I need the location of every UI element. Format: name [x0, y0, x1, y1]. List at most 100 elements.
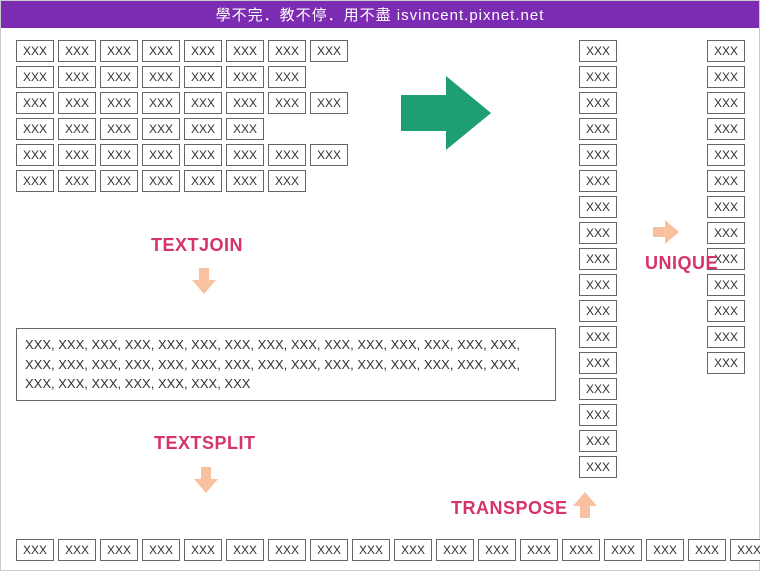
column-cell: XXX [579, 456, 617, 478]
grid-cell: XXX [100, 40, 138, 62]
grid-cell: XXX [184, 92, 222, 114]
grid-cell: XXX [268, 170, 306, 192]
grid-cell: XXX [226, 170, 264, 192]
textjoin-result: XXX, XXX, XXX, XXX, XXX, XXX, XXX, XXX, … [16, 328, 556, 401]
grid-cell: XXX [226, 40, 264, 62]
row-cell: XXX [310, 539, 348, 561]
row-cell: XXX [604, 539, 642, 561]
grid-cell: XXX [58, 66, 96, 88]
source-grid: XXXXXXXXXXXXXXXXXXXXXXXXXXXXXXXXXXXXXXXX… [16, 40, 376, 196]
grid-cell: XXX [142, 66, 180, 88]
grid-cell: XXX [226, 144, 264, 166]
row-cell: XXX [436, 539, 474, 561]
column-cell: XXX [579, 300, 617, 322]
textsplit-result-row: XXXXXXXXXXXXXXXXXXXXXXXXXXXXXXXXXXXXXXXX… [16, 539, 760, 561]
grid-cell: XXX [268, 92, 306, 114]
grid-cell: XXX [100, 118, 138, 140]
grid-cell: XXX [142, 40, 180, 62]
grid-cell: XXX [58, 144, 96, 166]
grid-cell: XXX [58, 170, 96, 192]
grid-cell: XXX [100, 66, 138, 88]
column-cell: XXX [707, 222, 745, 244]
grid-cell: XXX [100, 144, 138, 166]
row-cell: XXX [520, 539, 558, 561]
row-cell: XXX [730, 539, 760, 561]
column-cell: XXX [579, 378, 617, 400]
grid-cell: XXX [58, 92, 96, 114]
column-cell: XXX [707, 196, 745, 218]
grid-cell: XXX [142, 170, 180, 192]
arrow-down-icon [189, 266, 219, 301]
column-cell: XXX [579, 430, 617, 452]
row-cell: XXX [58, 539, 96, 561]
grid-cell: XXX [268, 40, 306, 62]
page-header: 學不完．教不停．用不盡 isvincent.pixnet.net [1, 1, 759, 28]
column-cell: XXX [579, 326, 617, 348]
grid-cell: XXX [16, 66, 54, 88]
grid-cell: XXX [226, 66, 264, 88]
row-cell: XXX [184, 539, 222, 561]
grid-cell: XXX [58, 118, 96, 140]
row-cell: XXX [100, 539, 138, 561]
grid-row: XXXXXXXXXXXXXXXXXXXXXXXX [16, 40, 376, 62]
unique-label: UNIQUE [645, 253, 718, 274]
arrow-right-icon [651, 217, 681, 252]
grid-row: XXXXXXXXXXXXXXXXXXXXXXXX [16, 92, 376, 114]
textjoin-label: TEXTJOIN [151, 235, 243, 256]
column-cell: XXX [707, 92, 745, 114]
column-cell: XXX [579, 170, 617, 192]
column-cell: XXX [579, 352, 617, 374]
row-cell: XXX [16, 539, 54, 561]
grid-cell: XXX [16, 144, 54, 166]
grid-cell: XXX [16, 118, 54, 140]
column-cell: XXX [579, 196, 617, 218]
diagram-canvas: XXXXXXXXXXXXXXXXXXXXXXXXXXXXXXXXXXXXXXXX… [1, 28, 759, 571]
grid-cell: XXX [268, 66, 306, 88]
column-cell: XXX [707, 66, 745, 88]
unique-column: XXXXXXXXXXXXXXXXXXXXXXXXXXXXXXXXXXXXXXX [707, 40, 745, 378]
row-cell: XXX [226, 539, 264, 561]
row-cell: XXX [478, 539, 516, 561]
transpose-column: XXX XXX XXX XXX XXX XXX XXX XXX XXX XXX XXX XXX XXX X… [579, 40, 617, 482]
column-cell: XXX [579, 40, 617, 62]
column-cell: XXX [579, 66, 617, 88]
grid-cell: XXX [142, 118, 180, 140]
row-cell: XXX [142, 539, 180, 561]
column-cell: XXX [579, 248, 617, 270]
grid-cell: XXX [100, 92, 138, 114]
grid-cell: XXX [310, 40, 348, 62]
row-cell: XXX [268, 539, 306, 561]
grid-cell: XXX [184, 144, 222, 166]
row-cell: XXX [688, 539, 726, 561]
grid-cell: XXX [184, 40, 222, 62]
column-cell: XXX [707, 118, 745, 140]
arrow-down-icon [191, 465, 221, 500]
grid-row: XXXXXXXXXXXXXXXXXXXXXXXX [16, 144, 376, 166]
column-cell: XXX [579, 92, 617, 114]
column-cell: XXX [707, 300, 745, 322]
column-cell: XXX [579, 222, 617, 244]
grid-cell: XXX [184, 170, 222, 192]
column-cell: XXX [707, 144, 745, 166]
row-cell: XXX [562, 539, 600, 561]
big-arrow-icon [396, 73, 496, 158]
column-cell: XXX [707, 326, 745, 348]
grid-cell: XXX [268, 144, 306, 166]
column-cell: XXX [579, 274, 617, 296]
row-cell: XXX [646, 539, 684, 561]
grid-cell: XXX [226, 92, 264, 114]
column-cell: XXX [707, 352, 745, 374]
grid-cell: XXX [16, 40, 54, 62]
column-cell: XXX [707, 274, 745, 296]
textsplit-label: TEXTSPLIT [154, 433, 256, 454]
grid-cell: XXX [58, 40, 96, 62]
grid-cell: XXX [100, 170, 138, 192]
column-cell: XXX [579, 118, 617, 140]
grid-row: XXXXXXXXXXXXXXXXXX [16, 118, 376, 140]
column-cell: XXX [707, 170, 745, 192]
grid-cell: XXX [226, 118, 264, 140]
grid-row: XXXXXXXXXXXXXXXXXXXXX [16, 170, 376, 192]
grid-cell: XXX [142, 144, 180, 166]
column-cell: XXX [579, 144, 617, 166]
row-cell: XXX [352, 539, 390, 561]
